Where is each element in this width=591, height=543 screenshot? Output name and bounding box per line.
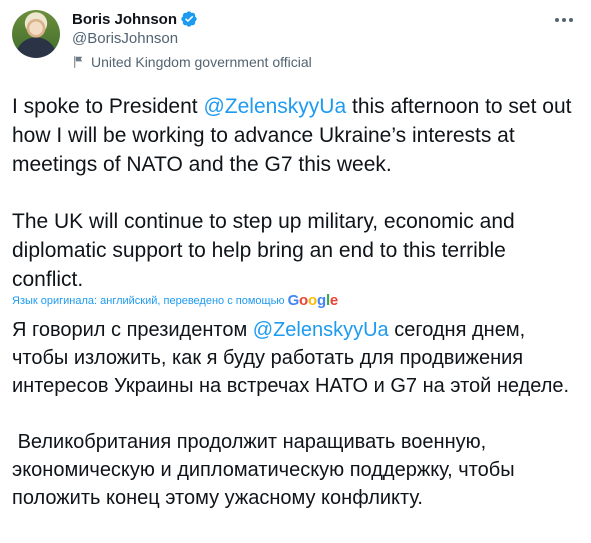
translated-paragraph-2: Великобритания продолжит наращивать воен… <box>12 431 521 509</box>
translated-text: Я говорил с президентом @ZelenskyyUa сег… <box>12 316 584 512</box>
avatar[interactable] <box>12 10 60 58</box>
tweet-text-segment: I spoke to President <box>12 95 204 118</box>
government-label: United Kingdom government official <box>72 54 312 70</box>
verified-badge-icon <box>181 11 197 27</box>
more-options-button[interactable] <box>553 12 575 28</box>
translation-note-text: Язык оригинала: английский, переведено с… <box>12 294 285 307</box>
tweet-paragraph-2: The UK will continue to step up military… <box>12 210 515 291</box>
mention-link[interactable]: @ZelenskyyUa <box>253 319 389 341</box>
author-name-row: Boris Johnson <box>72 9 198 29</box>
author-handle[interactable]: @BorisJohnson <box>72 30 178 47</box>
author-name[interactable]: Boris Johnson <box>72 11 177 28</box>
translated-text-segment: Я говорил с президентом <box>12 319 253 341</box>
tweet-header: Boris Johnson @BorisJohnson United Kingd… <box>12 8 579 78</box>
tweet-paragraph-1: I spoke to President @ZelenskyyUa this a… <box>12 92 582 179</box>
translated-paragraph-1: Я говорил с президентом @ZelenskyyUa сег… <box>12 316 584 400</box>
government-label-text: United Kingdom government official <box>91 54 312 70</box>
more-options-icon <box>555 18 573 22</box>
flag-icon <box>74 56 83 68</box>
google-logo: Google <box>287 292 339 309</box>
tweet-text: I spoke to President @ZelenskyyUa this a… <box>12 92 582 294</box>
mention-link[interactable]: @ZelenskyyUa <box>203 95 346 118</box>
translation-note[interactable]: Язык оригинала: английский, переведено с… <box>12 292 338 309</box>
